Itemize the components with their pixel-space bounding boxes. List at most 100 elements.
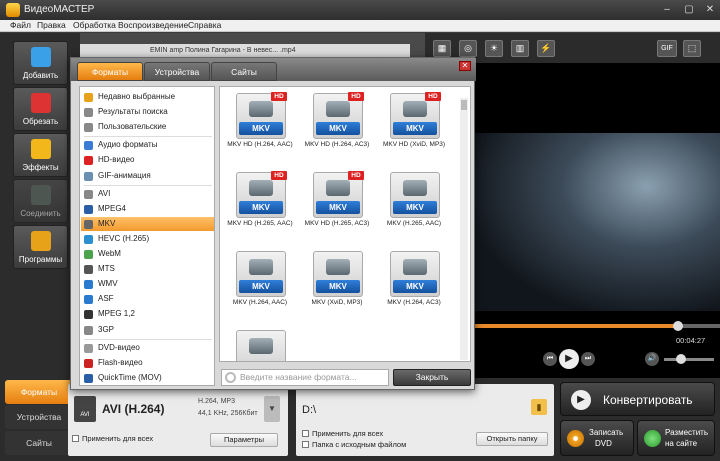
format-tile[interactable]: MKV HD MKV HD (H.264, AC3)	[301, 89, 373, 165]
tab-formats[interactable]: Форматы	[5, 380, 73, 404]
format-audio: 44,1 KHz, 256Кбит	[198, 410, 258, 417]
mts-icon	[84, 265, 93, 275]
volume-icon[interactable]: 🔊	[645, 352, 659, 366]
publish-web-button[interactable]: Разместить на сайте	[637, 420, 715, 456]
brightness-icon[interactable]: ☀	[485, 40, 503, 57]
category-item[interactable]: MPEG4	[81, 202, 214, 216]
dialog-close-icon[interactable]: ✕	[459, 61, 471, 71]
format-box: MKV HD	[236, 92, 287, 139]
format-tile[interactable]	[224, 326, 296, 361]
3gp-icon	[84, 325, 93, 335]
format-tile[interactable]: MKV MKV (H.264, AC3)	[378, 247, 450, 323]
volume-handle[interactable]	[676, 354, 686, 364]
rotate-icon[interactable]: ◎	[459, 40, 477, 57]
burn-dvd-button[interactable]: Записать DVD	[560, 420, 634, 456]
output-path[interactable]: D:\	[302, 404, 316, 416]
crop-icon[interactable]: ▦	[433, 40, 451, 57]
format-tile[interactable]: MKV MKV (XviD, MP3)	[301, 247, 373, 323]
sidebar-item-programs[interactable]: Программы	[13, 225, 68, 269]
dialog-tab-devices[interactable]: Устройства	[144, 62, 210, 81]
dialog-close-button[interactable]: Закрыть	[393, 369, 471, 386]
sidebar-item-trim[interactable]: Обрезать	[13, 87, 68, 131]
category-item[interactable]: HEVC (H.265)	[81, 232, 214, 246]
category-item[interactable]: Аудио форматы	[81, 138, 214, 152]
category-label: DVD-видео	[98, 342, 140, 352]
open-folder-button[interactable]: Открыть папку	[476, 432, 548, 446]
format-tile[interactable]: MKV MKV (H.264, AAC)	[224, 247, 296, 323]
play-icon[interactable]: ▶	[559, 349, 579, 369]
search-icon	[225, 372, 236, 383]
minimize-icon[interactable]: –	[661, 4, 673, 16]
category-item[interactable]: WebM	[81, 247, 214, 261]
programs-icon	[31, 231, 51, 251]
category-item[interactable]: WMV	[81, 277, 214, 291]
format-panel[interactable]: AVI AVI (H.264) H.264, MP3 44,1 KHz, 256…	[68, 384, 288, 456]
menu-edit[interactable]: Правка	[37, 20, 66, 30]
gif-icon[interactable]: GIF	[657, 40, 677, 57]
format-tile[interactable]: MKV HD MKV HD (H.264, AAC)	[224, 89, 296, 165]
format-tile[interactable]: MKV HD MKV HD (H.265, AC3)	[301, 168, 373, 244]
params-button[interactable]: Параметры	[210, 433, 278, 447]
format-tile[interactable]: MKV HD MKV HD (XviD, MP3)	[378, 89, 450, 165]
folder-icon[interactable]: ▮	[531, 399, 547, 415]
dialog-tab-formats[interactable]: Форматы	[77, 62, 143, 81]
format-badge: MKV	[239, 201, 283, 214]
category-label: 3GP	[98, 324, 115, 334]
apply-all-checkbox[interactable]	[72, 435, 79, 442]
fullscreen-icon[interactable]: ⬚	[683, 40, 701, 57]
category-label: MTS	[98, 264, 115, 274]
speed-icon[interactable]: ⚡	[537, 40, 555, 57]
tab-devices[interactable]: Устройства	[5, 405, 73, 429]
format-scrollbar[interactable]	[460, 98, 468, 360]
sidebar-item-join[interactable]: Соединить	[13, 179, 68, 223]
category-item[interactable]: Flash-видео	[81, 356, 214, 370]
format-dropdown-icon[interactable]: ▼	[264, 396, 280, 422]
convert-label: Конвертировать	[603, 393, 693, 407]
format-search-input[interactable]: Введите название формата...	[221, 369, 389, 386]
next-icon[interactable]: ⏭	[581, 352, 595, 366]
open-folder-button-label: Открыть папку	[486, 434, 538, 443]
dialog-tab-sites[interactable]: Сайты	[211, 62, 277, 81]
prev-icon[interactable]: ⏮	[543, 352, 557, 366]
format-tile[interactable]: MKV MKV (H.265, AAC)	[378, 168, 450, 244]
category-item[interactable]: MTS	[81, 262, 214, 276]
menu-help[interactable]: Справка	[188, 20, 221, 30]
menu-file[interactable]: Файл	[10, 20, 31, 30]
menu-process[interactable]: Обработка	[73, 20, 116, 30]
category-item[interactable]: ASF	[81, 292, 214, 306]
sidebar-item-add[interactable]: Добавить	[13, 41, 68, 85]
category-item[interactable]: Недавно выбранные	[81, 90, 214, 104]
category-item[interactable]: Пользовательские	[81, 120, 214, 134]
convert-button[interactable]: ▶ Конвертировать	[560, 382, 715, 416]
format-tile[interactable]: MKV HD MKV HD (H.265, AAC)	[224, 168, 296, 244]
menu-playback[interactable]: Воспроизведение	[118, 20, 188, 30]
category-item[interactable]: AVI	[81, 187, 214, 201]
seek-handle[interactable]	[673, 321, 683, 331]
output-apply-all-label: Применить для всех	[312, 429, 384, 438]
category-item[interactable]: GIF-анимация	[81, 169, 214, 183]
category-item[interactable]: Результаты поиска	[81, 105, 214, 119]
file-strip[interactable]: EMIN amp Полина Гагарина - В невес... .m…	[80, 44, 410, 58]
format-box: MKV HD	[313, 92, 364, 139]
category-item[interactable]: HD-видео	[81, 153, 214, 167]
mkv-icon	[84, 219, 93, 229]
category-item[interactable]: 3GP	[81, 323, 214, 337]
avi-format-icon: AVI	[74, 396, 96, 422]
category-item[interactable]: QuickTime (MOV)	[81, 371, 214, 385]
category-item[interactable]: MKV	[81, 216, 214, 231]
filmstrip-icon[interactable]: ▥	[511, 40, 529, 57]
tab-sites[interactable]: Сайты	[5, 431, 73, 455]
close-window-icon[interactable]: ✕	[704, 4, 716, 16]
format-label: MKV (XviD, MP3)	[311, 299, 363, 306]
sidebar-item-effects[interactable]: Эффекты	[13, 133, 68, 177]
format-name: AVI (H.264)	[102, 402, 165, 416]
source-folder-checkbox[interactable]	[302, 441, 309, 448]
scrollbar-thumb[interactable]	[461, 100, 467, 110]
category-item[interactable]: DVD-видео	[81, 341, 214, 355]
format-box: MKV HD	[313, 171, 364, 218]
category-item[interactable]: MPEG 1,2	[81, 307, 214, 321]
maximize-icon[interactable]: ▢	[683, 4, 695, 16]
output-apply-all-checkbox[interactable]	[302, 430, 309, 437]
menu-bar: Файл Правка Обработка Воспроизведение Сп…	[0, 20, 720, 32]
volume-slider[interactable]	[664, 358, 714, 361]
